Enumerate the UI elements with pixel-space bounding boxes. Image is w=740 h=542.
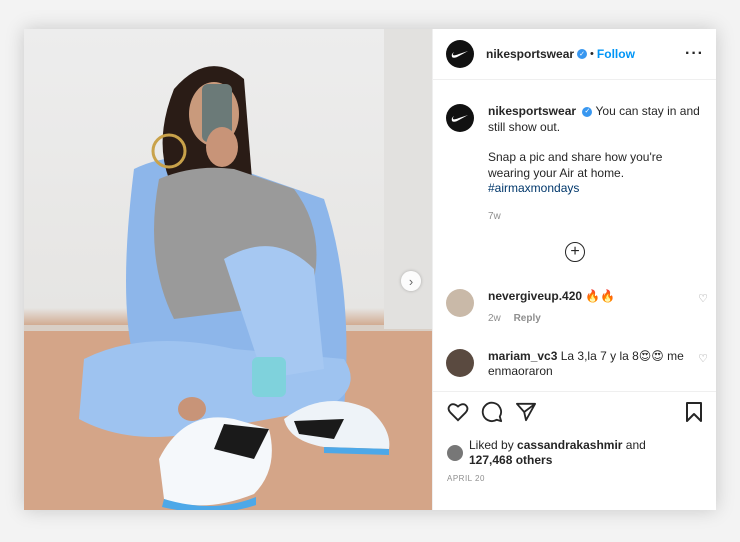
comment-username[interactable]: mariam_vc3	[488, 349, 557, 363]
verified-badge-icon: ✓	[577, 49, 588, 59]
next-photo-button[interactable]: ›	[401, 271, 421, 291]
post-photo-illustration	[24, 29, 432, 510]
commenter-avatar[interactable]	[446, 289, 474, 317]
post-sidebar: nikesportswear ✓ • Follow ··· nikesports…	[432, 29, 716, 510]
post-actions: Liked by cassandrakashmir and 127,468 ot…	[433, 391, 716, 483]
chevron-right-icon: ›	[408, 273, 414, 289]
comment-username[interactable]: nevergiveup.420	[488, 289, 582, 303]
likes-summary: Liked by cassandrakashmir and 127,468 ot…	[447, 438, 703, 468]
caption-hashtag[interactable]: #airmaxmondays	[488, 181, 579, 195]
post-caption: nikesportswear ✓ You can stay in and sti…	[446, 104, 706, 224]
comment-time[interactable]: 2w	[488, 313, 501, 324]
post-header: nikesportswear ✓ • Follow ···	[433, 29, 716, 80]
account-avatar[interactable]	[446, 40, 474, 68]
add-circle-icon: +	[570, 243, 580, 260]
comment-text: 🔥🔥	[585, 289, 616, 303]
bookmark-icon[interactable]	[685, 401, 703, 428]
caption-time[interactable]: 7w	[488, 209, 706, 225]
load-more-comments-button[interactable]: +	[565, 242, 585, 262]
liker-username[interactable]: cassandrakashmir	[517, 438, 622, 452]
caption-username[interactable]: nikesportswear	[488, 104, 576, 118]
verified-badge-icon: ✓	[582, 106, 593, 117]
comment-icon[interactable]	[481, 401, 503, 428]
header-separator: •	[590, 48, 594, 60]
caption-line-2: Snap a pic and share how you're wearing …	[488, 150, 663, 180]
likes-others[interactable]: 127,468 others	[469, 453, 552, 467]
share-icon[interactable]	[515, 402, 537, 427]
likes-and: and	[625, 438, 646, 452]
comment-like-icon[interactable]: ♡	[698, 292, 708, 305]
caption-avatar[interactable]	[446, 104, 474, 132]
nike-logo-icon	[451, 115, 468, 122]
comment-item: mariam_vc3 La 3,la 7 y la 8😍😍 me enmaora…	[446, 349, 708, 379]
likes-prefix: Liked by	[469, 438, 514, 452]
reply-button[interactable]: Reply	[514, 313, 541, 324]
instagram-post-card: › nikesportswear ✓ • Follow ··· nikespor…	[24, 29, 716, 510]
post-photo[interactable]: ›	[24, 29, 432, 510]
post-date[interactable]: APRIL 20	[447, 474, 703, 483]
header-username[interactable]: nikesportswear	[486, 47, 574, 61]
heart-icon[interactable]	[447, 402, 469, 427]
comment-like-icon[interactable]: ♡	[698, 352, 708, 365]
commenter-avatar[interactable]	[446, 349, 474, 377]
nike-logo-icon	[451, 51, 468, 58]
follow-button[interactable]: Follow	[597, 47, 635, 61]
liker-avatar[interactable]	[447, 445, 463, 461]
more-options-icon[interactable]: ···	[685, 45, 704, 63]
comment-item: nevergiveup.420 🔥🔥 2w Reply ♡	[446, 289, 708, 326]
